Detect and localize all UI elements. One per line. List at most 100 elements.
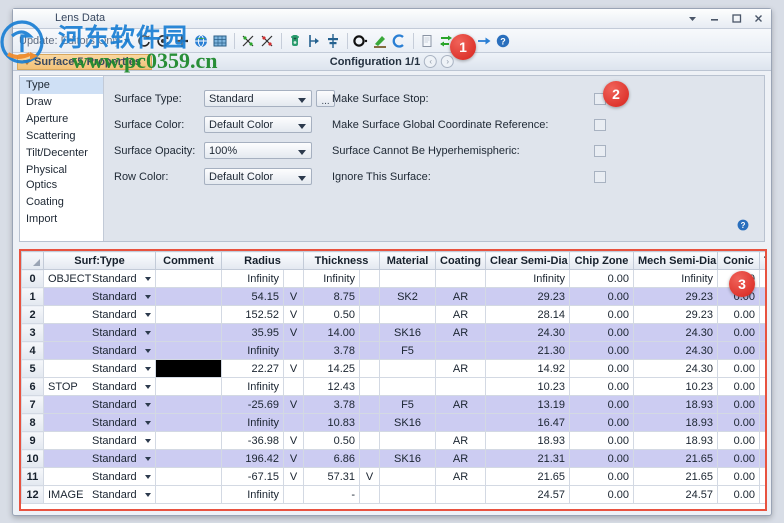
mech-semi-dia-cell[interactable]: 10.23: [634, 378, 718, 396]
radius-cell[interactable]: 196.42: [222, 450, 284, 468]
col-header-chip-zone[interactable]: Chip Zone: [570, 252, 634, 270]
tce-cell[interactable]: 0.00: [760, 306, 768, 324]
chip-zone-cell[interactable]: 0.00: [570, 414, 634, 432]
mech-semi-dia-cell[interactable]: 18.93: [634, 414, 718, 432]
comment-cell[interactable]: [156, 270, 222, 288]
material-cell[interactable]: [380, 378, 436, 396]
col-header-tce[interactable]: TCE x 1E-6: [760, 252, 768, 270]
table-row[interactable]: 12IMAGEStandardInfinity-24.570.0024.570.…: [22, 486, 768, 504]
coating-cell[interactable]: AR: [436, 450, 486, 468]
radius-variable-cell[interactable]: V: [284, 360, 304, 378]
thickness-cell[interactable]: 57.31: [304, 468, 360, 486]
chip-zone-cell[interactable]: 0.00: [570, 432, 634, 450]
page-icon[interactable]: [418, 31, 437, 50]
plus-icon[interactable]: [173, 31, 192, 50]
mech-semi-dia-cell[interactable]: 24.30: [634, 342, 718, 360]
coating-cell[interactable]: [436, 342, 486, 360]
mech-semi-dia-cell[interactable]: 29.23: [634, 288, 718, 306]
radius-cell[interactable]: Infinity: [222, 270, 284, 288]
material-cell[interactable]: SK16: [380, 450, 436, 468]
tce-cell[interactable]: -: [760, 324, 768, 342]
lens-data-table-container[interactable]: Surf:Type Comment Radius Thickness Mater…: [19, 249, 767, 511]
coating-cell[interactable]: AR: [436, 396, 486, 414]
coating-cell[interactable]: AR: [436, 324, 486, 342]
clear-semi-dia-cell[interactable]: 18.93: [486, 432, 570, 450]
radius-variable-cell[interactable]: [284, 270, 304, 288]
sidebar-item-aperture[interactable]: Aperture: [20, 111, 103, 128]
coating-cell[interactable]: AR: [436, 468, 486, 486]
coating-cell[interactable]: AR: [436, 432, 486, 450]
material-cell[interactable]: SK2: [380, 288, 436, 306]
surface-color-select[interactable]: Default Color: [204, 116, 312, 133]
tce-cell[interactable]: 0.00: [760, 378, 768, 396]
thickness-cell[interactable]: 10.83: [304, 414, 360, 432]
thickness-cell[interactable]: 12.43: [304, 378, 360, 396]
arc-arrow-icon[interactable]: [390, 31, 409, 50]
comment-cell[interactable]: [156, 288, 222, 306]
clear-semi-dia-cell[interactable]: 16.47: [486, 414, 570, 432]
flow-right-icon[interactable]: [305, 31, 324, 50]
radius-cell[interactable]: -36.98: [222, 432, 284, 450]
clear-semi-dia-cell[interactable]: 21.65: [486, 468, 570, 486]
radius-cell[interactable]: 54.15: [222, 288, 284, 306]
mech-semi-dia-cell[interactable]: 24.30: [634, 324, 718, 342]
mech-semi-dia-cell[interactable]: 24.30: [634, 360, 718, 378]
surf-type-cell[interactable]: Standard: [44, 306, 156, 324]
mech-semi-dia-cell[interactable]: Infinity: [634, 270, 718, 288]
thickness-variable-cell[interactable]: [360, 288, 380, 306]
dropdown-arrow-icon[interactable]: [686, 12, 699, 25]
comment-cell[interactable]: [156, 306, 222, 324]
clear-semi-dia-cell[interactable]: 21.31: [486, 450, 570, 468]
tce-cell[interactable]: -: [760, 396, 768, 414]
radius-cell[interactable]: Infinity: [222, 486, 284, 504]
sidebar-item-draw[interactable]: Draw: [20, 94, 103, 111]
sidebar-item-tilt-decenter[interactable]: Tilt/Decenter: [20, 145, 103, 162]
surf-type-cell[interactable]: Standard: [44, 342, 156, 360]
material-cell[interactable]: [380, 306, 436, 324]
surf-type-cell[interactable]: Standard: [44, 432, 156, 450]
col-header-surf-type[interactable]: Surf:Type: [44, 252, 156, 270]
coating-cell[interactable]: [436, 378, 486, 396]
traffic-light-icon[interactable]: [286, 31, 305, 50]
radius-cell[interactable]: Infinity: [222, 414, 284, 432]
sidebar-item-import[interactable]: Import: [20, 211, 103, 228]
thickness-cell[interactable]: 6.86: [304, 450, 360, 468]
radius-variable-cell[interactable]: V: [284, 432, 304, 450]
surf-type-cell[interactable]: Standard: [44, 396, 156, 414]
tce-cell[interactable]: -: [760, 342, 768, 360]
surface-type-select[interactable]: Standard: [204, 90, 312, 107]
mech-semi-dia-cell[interactable]: 29.23: [634, 306, 718, 324]
chip-zone-cell[interactable]: 0.00: [570, 486, 634, 504]
clear-semi-dia-cell[interactable]: 13.19: [486, 396, 570, 414]
material-cell[interactable]: [380, 486, 436, 504]
coating-cell[interactable]: [436, 270, 486, 288]
global-coordinate-reference-checkbox[interactable]: [594, 119, 606, 131]
radius-cell[interactable]: 22.27: [222, 360, 284, 378]
table-row[interactable]: 10Standard196.42V6.86SK16AR21.310.0021.6…: [22, 450, 768, 468]
col-header-mech-semi-dia[interactable]: Mech Semi-Dia: [634, 252, 718, 270]
mech-semi-dia-cell[interactable]: 18.93: [634, 396, 718, 414]
refresh-ccw-icon[interactable]: [154, 31, 173, 50]
radius-cell[interactable]: Infinity: [222, 342, 284, 360]
radius-variable-cell[interactable]: [284, 414, 304, 432]
sidebar-item-physical-optics[interactable]: Physical Optics: [20, 162, 103, 194]
refresh-cw-icon[interactable]: [135, 31, 154, 50]
clear-semi-dia-cell[interactable]: 14.92: [486, 360, 570, 378]
table-row[interactable]: 7Standard-25.69V3.78F5AR13.190.0018.930.…: [22, 396, 768, 414]
close-icon[interactable]: [752, 12, 765, 25]
surf-type-cell[interactable]: IMAGEStandard: [44, 486, 156, 504]
chip-zone-cell[interactable]: 0.00: [570, 288, 634, 306]
sidebar-item-scattering[interactable]: Scattering: [20, 128, 103, 145]
coating-cell[interactable]: [436, 486, 486, 504]
table-row[interactable]: 6STOPStandardInfinity12.4310.230.0010.23…: [22, 378, 768, 396]
surf-type-cell[interactable]: Standard: [44, 468, 156, 486]
thickness-variable-cell[interactable]: [360, 324, 380, 342]
col-header-thickness[interactable]: Thickness: [304, 252, 380, 270]
radius-variable-cell[interactable]: V: [284, 396, 304, 414]
help-circle-icon[interactable]: ?: [494, 31, 513, 50]
sidebar-item-coating[interactable]: Coating: [20, 194, 103, 211]
coating-cell[interactable]: AR: [436, 306, 486, 324]
align-center-icon[interactable]: [324, 31, 343, 50]
update-mode-label[interactable]: Update: Editors Only: [19, 35, 121, 47]
update-dropdown-icon[interactable]: [124, 39, 130, 43]
